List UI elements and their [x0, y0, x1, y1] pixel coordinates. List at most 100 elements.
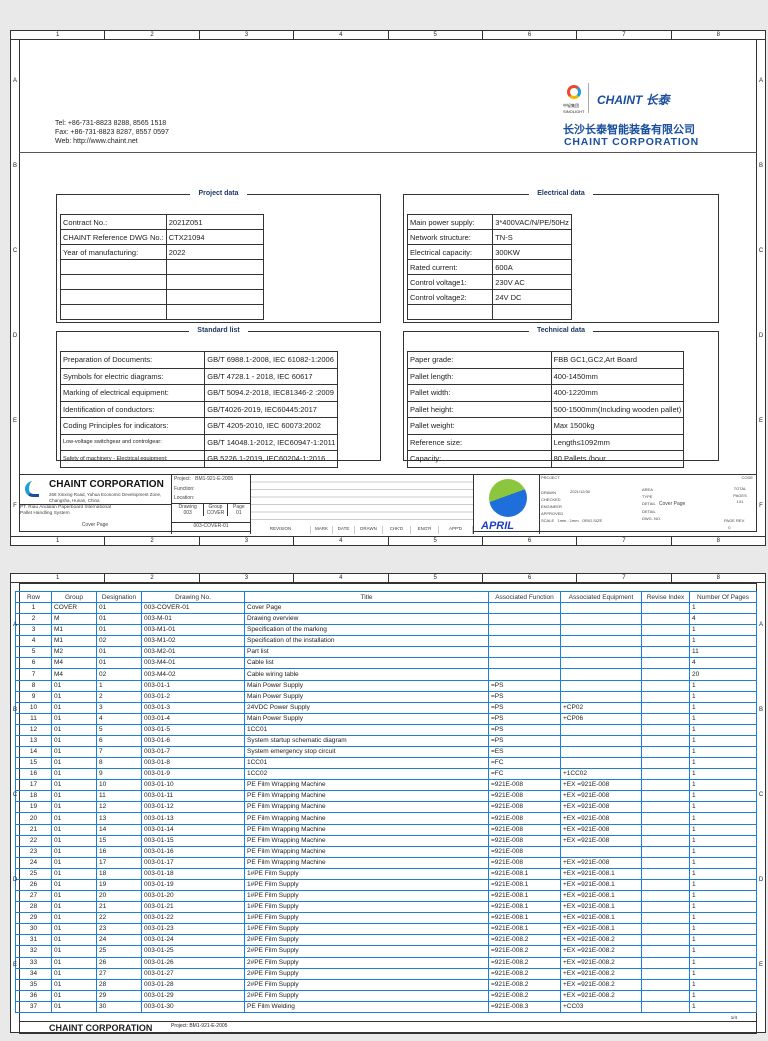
table-row: 37 01 30 003-01-30 PE Film Welding =921E-008.… — [15, 1000, 757, 1013]
table-cell: 1 — [689, 989, 757, 1002]
row-letter: B — [12, 706, 17, 713]
table-row: Main power supply: 3*400VAC/N/PE/50Hz — [406, 214, 572, 230]
table-row: 29 01 22 003-01-22 1#PE Film Supply =921E-008… — [15, 912, 757, 925]
table-cell: 21 — [96, 901, 142, 914]
table-row: 30 01 23 003-01-23 1#PE Film Supply =921E-008… — [15, 923, 757, 936]
tb-total-pages-label: TOTAL PAGES — [733, 486, 747, 498]
table-row: Reference size: Length≤1092mm — [407, 433, 685, 451]
electrical-data-box: Electrical data Main power supply: 3*400V… — [403, 190, 719, 323]
table-cell: 1 — [689, 712, 757, 725]
table-cell — [488, 668, 561, 681]
table-cell: 1 — [689, 679, 757, 692]
table-row: 24 01 17 003-01-17 PE Film Wrapping Machine =… — [15, 856, 757, 869]
table-cell: 01 — [51, 768, 97, 781]
field-label: Electrical capacity: — [406, 244, 494, 260]
table-cell: 25 — [96, 945, 142, 958]
table-cell — [560, 690, 642, 703]
april-logo-icon — [489, 479, 527, 517]
table-cell: 5 — [15, 646, 52, 659]
table-cell: Cable wiring table — [244, 668, 489, 681]
table-cell: Specification of the marking — [244, 624, 489, 637]
field-label: Paper grade: — [407, 351, 552, 369]
table-cell: 1#PE Film Supply — [244, 912, 489, 925]
column-number: 6 — [483, 537, 578, 545]
table-row: 35 01 28 003-01-28 2#PE Film Supply =921E-008… — [15, 978, 757, 991]
technical-data-box: Technical data Paper grade: FBB GC1,GC2,A… — [403, 327, 719, 468]
table-cell: =921E-008.1 — [488, 923, 561, 936]
table-cell: PE Film Welding — [244, 1000, 489, 1013]
table-cell: 20 — [15, 812, 52, 825]
field-value: CTX21094 — [165, 229, 265, 245]
table-cell: 003-01-9 — [141, 768, 245, 781]
table-cell: Drawing overview — [244, 613, 489, 626]
table-cell: 1 — [689, 934, 757, 947]
company-name-cn: 长沙长泰智能装备有限公司 — [563, 124, 695, 136]
table-cell: =921E-008.1 — [488, 867, 561, 880]
table-cell: 1 — [689, 779, 757, 792]
table-cell: 11 — [15, 712, 52, 725]
table-cell: 22 — [15, 834, 52, 847]
revision-column-header: APP'D — [439, 526, 473, 534]
electrical-data-table: Main power supply: 3*400VAC/N/PE/50Hz Netw… — [406, 214, 572, 320]
table-row — [60, 289, 265, 305]
column-number: 5 — [389, 537, 483, 545]
table-cell: 28 — [15, 901, 52, 914]
table-cell — [641, 601, 690, 615]
table-cell: +CP02 — [560, 701, 642, 714]
table-cell: 13 — [15, 734, 52, 748]
table-cell: 19 — [96, 878, 142, 892]
table-cell — [641, 723, 690, 736]
table-cell: 14 — [15, 746, 52, 759]
table-row: Low-voltage switchgear and controlgear: G… — [59, 433, 339, 451]
field-label: Main power supply: — [406, 214, 494, 230]
table-cell: =921E-008.2 — [488, 967, 561, 980]
field-value: GB 5226.1-2019, IEC60204-1:2016 — [204, 450, 339, 468]
table-row: 4 M1 02 003-M1-02 Specification of the insta… — [15, 635, 757, 648]
table-cell: Cable list — [244, 657, 489, 670]
table-cell — [641, 1000, 690, 1013]
table-cell — [560, 613, 642, 626]
table-cell — [641, 746, 690, 759]
table-row: Control voltage1: 230V AC — [406, 274, 572, 290]
table-cell: 1 — [689, 757, 757, 770]
tb-approved-label: APPROVED — [541, 511, 564, 516]
table-cell: 1 — [689, 790, 757, 803]
field-label: Rated current: — [406, 259, 494, 275]
table-cell: 1CC01 — [244, 757, 489, 770]
table-cell: =921E-008.1 — [488, 901, 561, 914]
table-row: Safety of machinery - Electrical equipme… — [59, 450, 339, 468]
tb-detail2-label: DETAIL — [642, 509, 656, 514]
table-cell: +EX =921E-008.1 — [560, 878, 642, 892]
field-label: Low-voltage switchgear and controlgear: — [59, 433, 206, 451]
table-cell: 4 — [96, 712, 142, 725]
title-company: CHAINT CORPORATION — [49, 479, 164, 490]
table-cell: =921E-008 — [488, 812, 561, 825]
drawing-list-table: Row Group Designation Drawing No. Title Assoc… — [15, 591, 757, 1013]
table-cell: 003-01-19 — [141, 878, 245, 892]
column-number: 6 — [483, 31, 578, 39]
row-letter: E — [758, 961, 763, 968]
table-row: 3 M1 01 003-M1-01 Specification of the marki… — [15, 624, 757, 637]
table-cell: 1 — [689, 856, 757, 869]
table-cell: 003-01-3 — [141, 701, 245, 714]
table-cell: PE Film Wrapping Machine — [244, 790, 489, 803]
tb-drawn-date: 2021/12/30 — [570, 489, 591, 494]
table-row — [406, 304, 572, 320]
row-letter: F — [13, 502, 17, 509]
table-cell — [641, 978, 690, 991]
column-number: 8 — [716, 575, 720, 581]
project-data-title: Project data — [190, 190, 247, 197]
table-cell — [641, 779, 690, 792]
field-value: 2022 — [165, 244, 265, 260]
table-cell — [641, 923, 690, 936]
field-label: Pallet length: — [407, 367, 552, 385]
row-letter: A — [758, 621, 763, 628]
table-cell: 01 — [51, 978, 97, 991]
table-cell: 1 — [689, 890, 757, 903]
table-cell: 18 — [15, 790, 52, 803]
row-letter: C — [12, 247, 18, 254]
title-address: 268 Xinxing Road, Yuhua Economic Develop… — [49, 492, 162, 503]
column-number: 2 — [105, 537, 200, 545]
field-label: Identification of conductors: — [59, 400, 206, 418]
table-row: Pallet width: 400-1220mm — [407, 384, 685, 402]
